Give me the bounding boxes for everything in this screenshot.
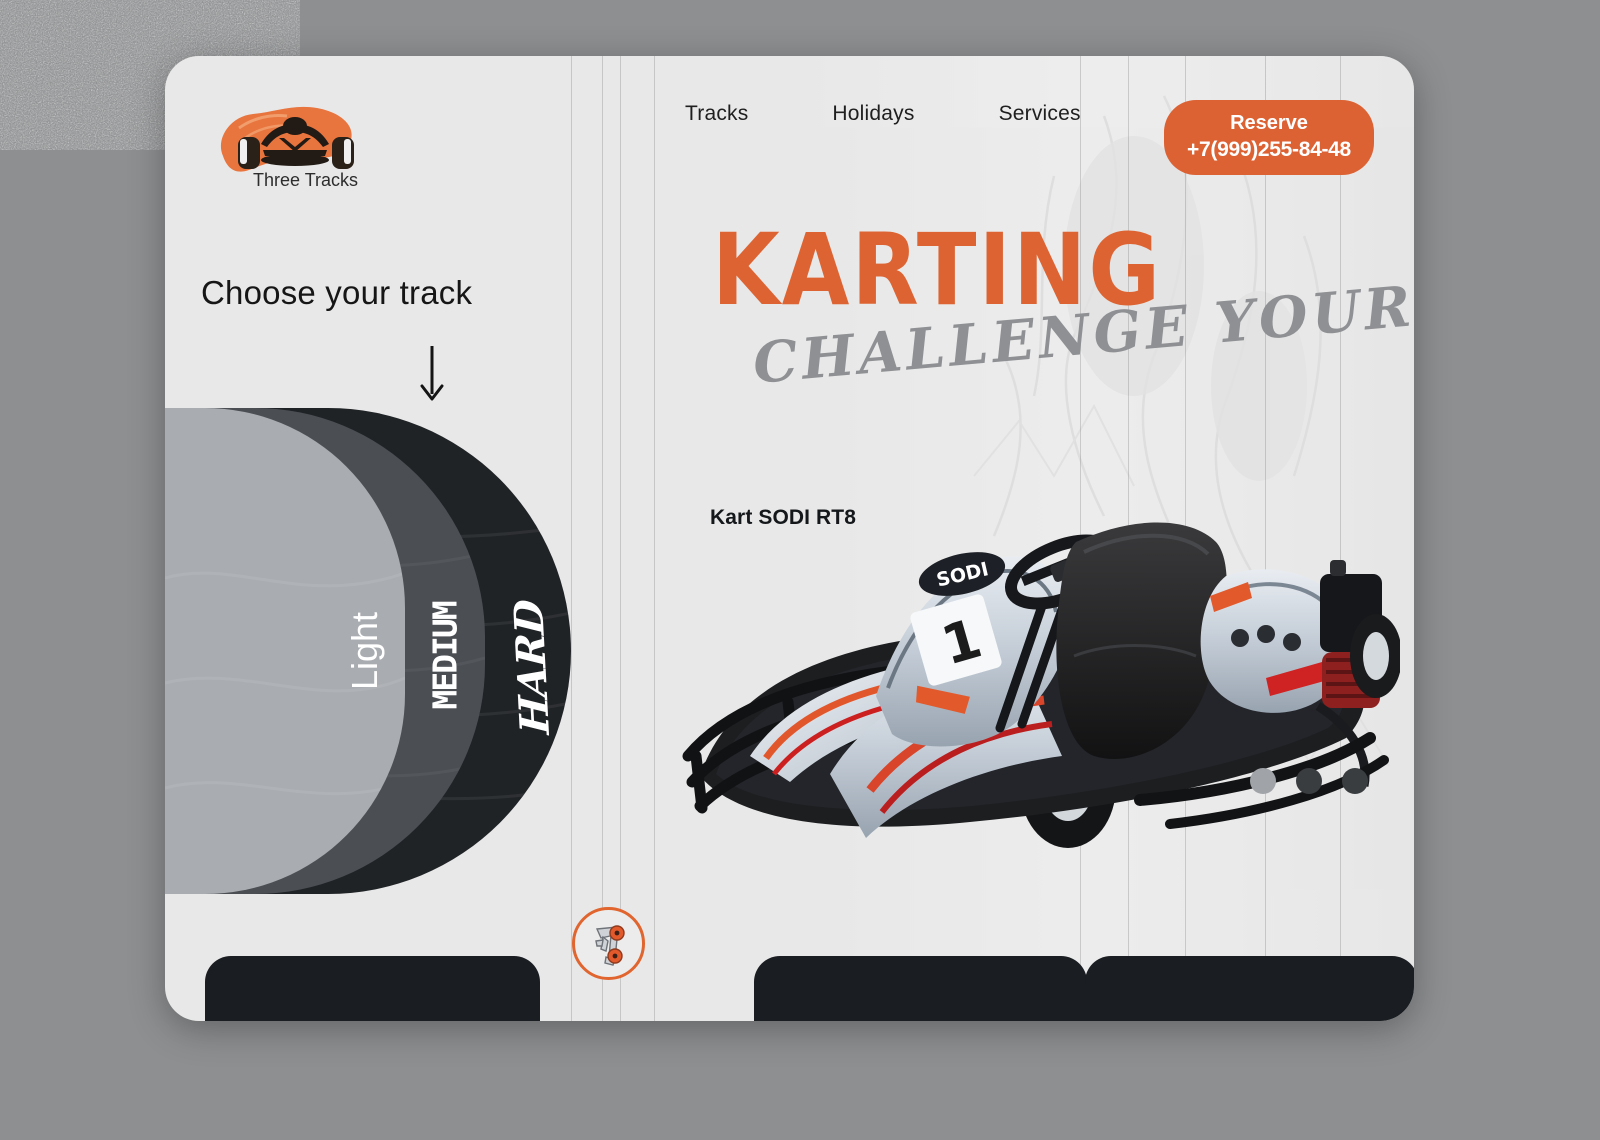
kart-chassis-badge[interactable] <box>572 907 645 980</box>
nav-item-services[interactable]: Services <box>999 102 1081 126</box>
carousel-dot-2[interactable] <box>1296 768 1322 794</box>
bottom-card-3[interactable] <box>1085 956 1414 1021</box>
track-label-medium: MEDIUM <box>425 602 465 710</box>
choose-track-heading: Choose your track <box>201 274 473 311</box>
arrow-down-icon <box>420 346 444 401</box>
track-label-hard: HARD <box>505 576 565 736</box>
bottom-card-2[interactable] <box>754 956 1087 1021</box>
kart-caption: Kart SODI RT8 <box>710 506 856 529</box>
track-panel-light[interactable]: Light <box>165 408 405 894</box>
nav-item-tracks[interactable]: Tracks <box>685 102 748 126</box>
svg-text:HARD: HARD <box>505 598 559 736</box>
guide-line <box>602 56 603 1021</box>
carousel-dot-3[interactable] <box>1342 768 1368 794</box>
carousel-dots <box>1250 768 1368 794</box>
guide-line <box>654 56 655 1021</box>
main-navigation: Tracks Holidays Services <box>685 102 1081 126</box>
logo-text: Three Tracks <box>253 170 358 190</box>
nav-item-holidays[interactable]: Holidays <box>832 102 914 126</box>
bottom-card-1[interactable] <box>205 956 540 1021</box>
reserve-button-label: Reserve <box>1230 112 1308 134</box>
reserve-button[interactable]: Reserve +7(999)255-84-48 <box>1164 100 1374 176</box>
main-content-card: Three Tracks Tracks Holidays Services Re… <box>165 56 1414 1021</box>
reserve-button-phone: +7(999)255-84-48 <box>1187 138 1351 161</box>
track-selector: HARD MEDIUM Light <box>165 408 585 894</box>
site-logo[interactable]: Three Tracks <box>205 94 385 194</box>
guide-line <box>620 56 621 1021</box>
kart-chassis-icon <box>594 924 625 966</box>
carousel-dot-1[interactable] <box>1250 768 1276 794</box>
hero-subtitle: CHALLENGE YOURSELF <box>750 258 1414 401</box>
track-label-light: Light <box>344 611 385 691</box>
